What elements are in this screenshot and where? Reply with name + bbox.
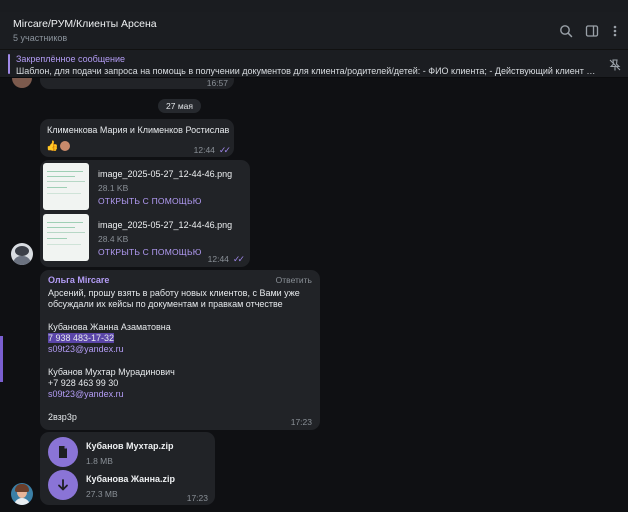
- file-size: 28.4 KB: [98, 234, 129, 244]
- read-checks-icon: ✓✓: [218, 145, 231, 155]
- code-text: 2взр3р: [48, 412, 77, 422]
- file-name: image_2025-05-27_12-44-46.png: [98, 169, 233, 179]
- image-thumbnail[interactable]: [43, 163, 89, 210]
- date-divider: 27 мая: [158, 99, 201, 113]
- sidebar-toggle-icon[interactable]: [585, 24, 599, 38]
- email-link[interactable]: s09t23@yandex.ru: [48, 344, 124, 354]
- message-meta: 12:44 ✓✓: [207, 254, 245, 265]
- file-name: Кубанов Мухтар.zip: [86, 441, 174, 451]
- client-name: Кубанова Жанна Азаматовна: [48, 322, 171, 332]
- message-time: 12:44: [193, 145, 215, 155]
- avatar[interactable]: [12, 78, 32, 88]
- sender-name[interactable]: Ольга Mircare: [48, 275, 109, 285]
- file-size: 27.3 MB: [86, 489, 118, 499]
- message-time: 17:23: [186, 493, 208, 503]
- message-bubble[interactable]: Клименкова Мария и Клименков Ростислав 👍…: [40, 119, 234, 157]
- email-link[interactable]: s09t23@yandex.ru: [48, 389, 124, 399]
- message-list[interactable]: 16:57 27 мая Клименкова Мария и Клименко…: [0, 78, 628, 512]
- message-bubble-archives[interactable]: Кубанов Мухтар.zip 1.8 MB Кубанова Жанна…: [40, 432, 215, 505]
- read-checks-icon: ✓✓: [232, 254, 245, 264]
- message-bubble-files[interactable]: image_2025-05-27_12-44-46.png 28.1 KB ОТ…: [40, 160, 250, 267]
- pinned-indicator: [8, 54, 10, 74]
- document-icon[interactable]: [48, 437, 78, 467]
- open-with-button[interactable]: ОТКРЫТЬ С ПОМОЩЬЮ: [98, 196, 202, 206]
- image-thumbnail[interactable]: [43, 214, 89, 261]
- message-text: обсуждали их кейсы по документам и правк…: [48, 299, 283, 309]
- client-name: Кубанов Мухтар Мурадинович: [48, 367, 175, 377]
- message-text: Клименкова Мария и Клименков Ростислав: [47, 125, 230, 135]
- file-size: 28.1 KB: [98, 183, 129, 193]
- message-bubble-request[interactable]: Ольга Mircare Ответить Арсений, прошу вз…: [40, 270, 320, 430]
- file-name: Кубанова Жанна.zip: [86, 474, 176, 484]
- pinned-text: Шаблон, для подачи запроса на помощь в п…: [16, 66, 596, 76]
- chat-window: Mircare/РУМ/Клиенты Арсена 5 участников …: [0, 0, 628, 512]
- pinned-message-bar[interactable]: Закреплённое сообщение Шаблон, для подач…: [0, 50, 628, 78]
- message-bubble-previous[interactable]: 16:57: [40, 78, 234, 89]
- phone-number: +7 928 463 99 30: [48, 378, 119, 388]
- search-icon[interactable]: [559, 24, 573, 38]
- title-bar: [0, 0, 628, 12]
- avatar[interactable]: [11, 483, 33, 505]
- message-time: 12:44: [207, 254, 229, 264]
- file-name: image_2025-05-27_12-44-46.png: [98, 220, 233, 230]
- unpin-icon[interactable]: [608, 58, 622, 72]
- reply-button[interactable]: Ответить: [276, 275, 312, 285]
- message-text: Арсений, прошу взять в работу новых клие…: [48, 288, 300, 298]
- message-meta: 12:44 ✓✓: [193, 145, 231, 156]
- selection-indicator: [0, 336, 3, 382]
- member-count[interactable]: 5 участников: [13, 33, 67, 43]
- more-vertical-icon[interactable]: [608, 24, 622, 38]
- message-time: 17:23: [290, 417, 312, 427]
- file-attachment[interactable]: Кубанов Мухтар.zip 1.8 MB: [40, 437, 210, 471]
- message-time: 16:57: [206, 78, 228, 88]
- avatar[interactable]: [11, 243, 33, 265]
- phone-link-selected[interactable]: 7 938 483-17-32: [48, 333, 115, 343]
- reaction-avatar: [59, 140, 72, 152]
- pinned-title: Закреплённое сообщение: [16, 54, 126, 64]
- download-icon[interactable]: [48, 470, 78, 500]
- chat-title[interactable]: Mircare/РУМ/Клиенты Арсена: [13, 18, 157, 30]
- file-attachment[interactable]: image_2025-05-27_12-44-46.png 28.1 KB ОТ…: [43, 163, 248, 210]
- thumbs-up-reaction[interactable]: 👍: [46, 141, 58, 152]
- file-attachment[interactable]: Кубанова Жанна.zip 27.3 MB: [40, 470, 210, 504]
- open-with-button[interactable]: ОТКРЫТЬ С ПОМОЩЬЮ: [98, 247, 202, 257]
- file-size: 1.8 MB: [86, 456, 113, 466]
- reactions[interactable]: 👍: [46, 140, 72, 152]
- chat-header[interactable]: Mircare/РУМ/Клиенты Арсена 5 участников: [0, 12, 628, 50]
